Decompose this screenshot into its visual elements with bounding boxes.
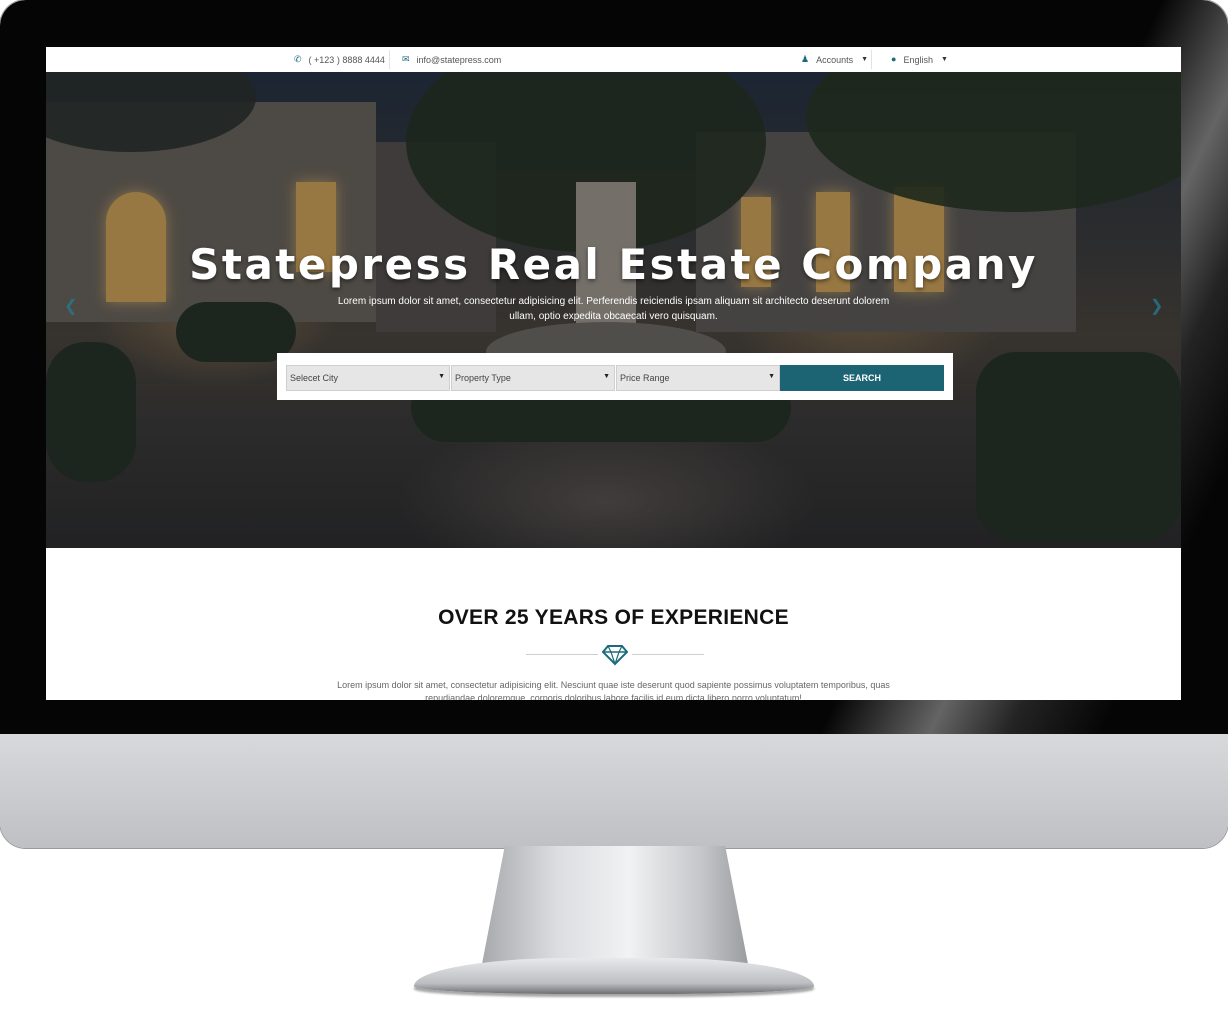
hero-banner: ❮ ❯ Statepress Real Estate Company Lorem… bbox=[46, 72, 1181, 548]
website-screen: ✆ ( +123 ) 8888 4444 ✉ info@statepress.c… bbox=[46, 47, 1181, 700]
accounts-label: Accounts bbox=[816, 54, 854, 65]
city-select-value: Selecet City bbox=[290, 373, 339, 383]
property-type-select-value: Property Type bbox=[455, 373, 511, 383]
search-button[interactable]: SEARCH bbox=[780, 365, 944, 391]
accounts-dropdown[interactable]: ♟ Accounts ▼ bbox=[801, 47, 868, 72]
language-label: English bbox=[903, 54, 933, 65]
envelope-icon: ✉ bbox=[402, 54, 410, 64]
section-title: OVER 25 YEARS OF EXPERIENCE bbox=[438, 606, 789, 629]
monitor-frame: ✆ ( +123 ) 8888 4444 ✉ info@statepress.c… bbox=[0, 0, 1228, 848]
slider-prev-icon[interactable]: ❮ bbox=[64, 296, 77, 316]
title-divider-right bbox=[632, 654, 704, 655]
section-description: Lorem ipsum dolor sit amet, consectetur … bbox=[337, 680, 890, 700]
chevron-down-icon: ▼ bbox=[940, 56, 948, 63]
phone-icon: ✆ bbox=[294, 54, 302, 64]
hero-title: Statepress Real Estate Company bbox=[189, 240, 1038, 289]
chevron-down-icon: ▼ bbox=[438, 373, 445, 380]
price-range-select[interactable]: Price Range ▼ bbox=[616, 365, 780, 391]
property-search-form: Selecet City ▼ Property Type ▼ Price Ran… bbox=[277, 353, 953, 400]
chevron-down-icon: ▼ bbox=[861, 56, 869, 63]
price-range-select-value: Price Range bbox=[620, 373, 670, 383]
property-type-select[interactable]: Property Type ▼ bbox=[451, 365, 615, 391]
chevron-down-icon: ▼ bbox=[768, 373, 775, 380]
language-dropdown[interactable]: ● English ▼ bbox=[891, 47, 948, 72]
email-contact[interactable]: ✉ info@statepress.com bbox=[402, 47, 501, 72]
experience-section: OVER 25 YEARS OF EXPERIENCE Lorem ipsum … bbox=[46, 548, 1181, 700]
monitor-stand-neck bbox=[481, 846, 749, 966]
topbar-divider bbox=[871, 50, 872, 69]
city-select[interactable]: Selecet City ▼ bbox=[286, 365, 450, 391]
email-address: info@statepress.com bbox=[416, 54, 502, 65]
chevron-down-icon: ▼ bbox=[603, 373, 610, 380]
phone-contact[interactable]: ✆ ( +123 ) 8888 4444 bbox=[294, 47, 385, 72]
top-bar: ✆ ( +123 ) 8888 4444 ✉ info@statepress.c… bbox=[46, 47, 1181, 72]
monitor-chin bbox=[0, 734, 1228, 848]
monitor-stand-base bbox=[414, 958, 814, 994]
title-divider-left bbox=[526, 654, 598, 655]
topbar-divider bbox=[389, 50, 390, 69]
hero-subtitle: Lorem ipsum dolor sit amet, consectetur … bbox=[337, 296, 890, 322]
phone-number: ( +123 ) 8888 4444 bbox=[308, 54, 385, 65]
diamond-icon bbox=[602, 645, 628, 666]
user-icon: ♟ bbox=[801, 54, 810, 64]
globe-icon: ● bbox=[891, 54, 897, 64]
slider-next-icon[interactable]: ❯ bbox=[1150, 296, 1163, 316]
